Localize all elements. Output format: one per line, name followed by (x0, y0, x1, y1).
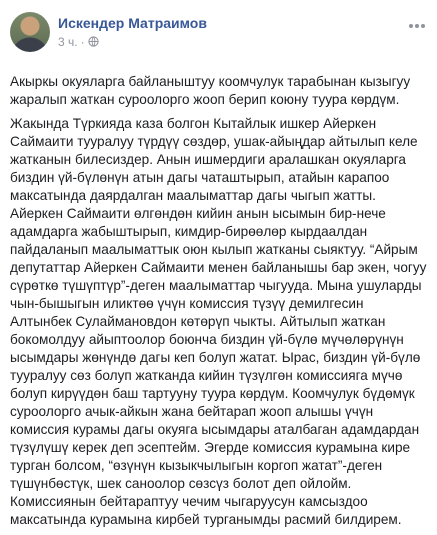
author-avatar[interactable] (10, 12, 50, 52)
more-horizontal-icon[interactable] (408, 16, 426, 34)
globe-icon[interactable] (87, 36, 99, 50)
meta-separator: · (80, 35, 85, 49)
post-paragraph-1: Акыркы окуяларга байланыштуу коомчулук т… (10, 74, 411, 107)
post-meta: 3 ч. · (58, 35, 99, 50)
post-timestamp[interactable]: 3 ч. (58, 35, 78, 49)
author-name[interactable]: Искендер Матраимов (58, 15, 207, 31)
post-paragraph-2: Жакында Түркияда каза болгон Кытайлык иш… (10, 116, 427, 527)
facebook-post: Искендер Матраимов 3 ч. · Акыркы окуяларг… (0, 0, 437, 527)
post-header: Искендер Матраимов 3 ч. · (10, 12, 430, 56)
post-text: Акыркы окуяларга байланыштуу коомчулук т… (10, 73, 428, 535)
